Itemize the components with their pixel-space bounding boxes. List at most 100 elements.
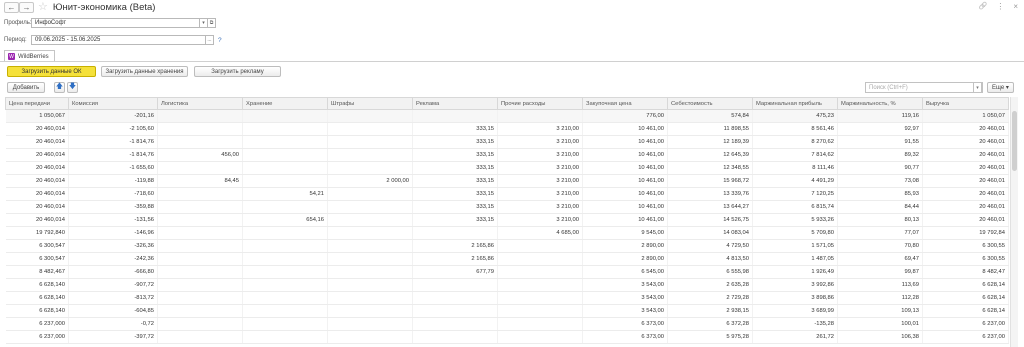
table-cell[interactable] xyxy=(412,330,498,344)
table-cell[interactable]: 2 890,00 xyxy=(582,252,668,266)
table-cell[interactable]: 12 348,55 xyxy=(667,161,753,175)
table-cell[interactable] xyxy=(157,187,243,201)
column-header[interactable]: Маржинальная прибыль xyxy=(752,97,838,110)
load-ok-button[interactable]: Загрузить данные ОК xyxy=(7,66,96,77)
table-row[interactable]: 20 460,014 -2 105,60 333,15 3 210,00 10 461,… xyxy=(5,122,1009,136)
table-row[interactable]: 6 628,140 -813,72 3 543,00 2 729,28 3 898,86… xyxy=(5,291,1009,305)
table-cell[interactable]: 119,16 xyxy=(837,109,923,123)
table-cell[interactable] xyxy=(327,200,413,214)
table-cell[interactable] xyxy=(497,330,583,344)
table-cell[interactable]: 6 300,547 xyxy=(5,252,69,266)
table-cell[interactable] xyxy=(327,304,413,318)
table-cell[interactable] xyxy=(327,252,413,266)
table-cell[interactable]: 20 460,01 xyxy=(922,200,1009,214)
table-cell[interactable]: 113,69 xyxy=(837,278,923,292)
period-field[interactable]: 09.06.2025 - 15.06.2025 xyxy=(31,35,206,45)
table-cell[interactable] xyxy=(157,226,243,240)
table-cell[interactable]: 6 545,00 xyxy=(582,265,668,279)
table-cell[interactable]: 92,97 xyxy=(837,122,923,136)
table-cell[interactable]: 80,13 xyxy=(837,213,923,227)
table-cell[interactable]: 10 461,00 xyxy=(582,161,668,175)
more-button[interactable]: Еще ▾ xyxy=(987,82,1014,93)
table-cell[interactable]: 69,47 xyxy=(837,252,923,266)
table-cell[interactable]: 6 237,000 xyxy=(5,317,69,331)
table-cell[interactable]: -1 655,60 xyxy=(68,161,158,175)
table-cell[interactable] xyxy=(327,278,413,292)
table-cell[interactable]: 20 460,014 xyxy=(5,122,69,136)
column-header[interactable]: Реклама xyxy=(412,97,498,110)
help-icon[interactable]: ? xyxy=(218,37,222,44)
table-cell[interactable]: 10 461,00 xyxy=(582,213,668,227)
table-cell[interactable]: -242,36 xyxy=(68,252,158,266)
table-cell[interactable]: -604,85 xyxy=(68,304,158,318)
table-cell[interactable]: 5 975,28 xyxy=(667,330,753,344)
more-menu-icon[interactable]: ⋮ xyxy=(996,2,1004,11)
table-cell[interactable] xyxy=(242,252,328,266)
table-cell[interactable] xyxy=(497,239,583,253)
table-cell[interactable]: 13 339,76 xyxy=(667,187,753,201)
table-cell[interactable]: 4 685,00 xyxy=(497,226,583,240)
table-cell[interactable] xyxy=(242,317,328,331)
load-ads-button[interactable]: Загрузить рекламу xyxy=(194,66,281,77)
table-cell[interactable]: -666,80 xyxy=(68,265,158,279)
table-cell[interactable]: 456,00 xyxy=(157,148,243,162)
table-cell[interactable]: 14 083,04 xyxy=(667,226,753,240)
table-cell[interactable]: 20 460,014 xyxy=(5,174,69,188)
table-cell[interactable] xyxy=(157,200,243,214)
table-cell[interactable] xyxy=(497,304,583,318)
load-storage-button[interactable]: Загрузить данные хранения xyxy=(101,66,188,77)
table-cell[interactable]: 5 933,26 xyxy=(752,213,838,227)
table-cell[interactable] xyxy=(327,213,413,227)
profile-open-button[interactable]: ⧉ xyxy=(208,18,216,28)
table-cell[interactable]: -2 105,60 xyxy=(68,122,158,136)
table-cell[interactable]: 19 792,84 xyxy=(922,226,1009,240)
table-cell[interactable] xyxy=(327,239,413,253)
table-cell[interactable] xyxy=(242,148,328,162)
table-cell[interactable] xyxy=(497,278,583,292)
table-cell[interactable] xyxy=(242,330,328,344)
table-cell[interactable]: 13 644,27 xyxy=(667,200,753,214)
table-row[interactable]: 6 628,140 -907,72 3 543,00 2 635,28 3 992,86… xyxy=(5,278,1009,292)
table-cell[interactable]: 100,01 xyxy=(837,317,923,331)
move-down-button[interactable]: 🡇 xyxy=(67,82,78,93)
table-row[interactable]: 20 460,014 -131,56 654,16 333,15 3 210,00 10 … xyxy=(5,213,1009,227)
table-cell[interactable]: 20 460,014 xyxy=(5,200,69,214)
table-cell[interactable]: 6 628,14 xyxy=(922,291,1009,305)
table-cell[interactable]: -359,88 xyxy=(68,200,158,214)
table-cell[interactable] xyxy=(157,135,243,149)
table-cell[interactable]: -201,16 xyxy=(68,109,158,123)
table-cell[interactable]: 574,84 xyxy=(667,109,753,123)
table-cell[interactable] xyxy=(412,109,498,123)
table-cell[interactable]: -0,72 xyxy=(68,317,158,331)
table-cell[interactable]: 3 210,00 xyxy=(497,161,583,175)
table-cell[interactable]: 6 628,14 xyxy=(922,304,1009,318)
table-cell[interactable]: 1 050,07 xyxy=(922,109,1009,123)
move-up-button[interactable]: 🡅 xyxy=(54,82,65,93)
table-cell[interactable]: 8 482,467 xyxy=(5,265,69,279)
table-cell[interactable] xyxy=(242,278,328,292)
table-cell[interactable]: 3 210,00 xyxy=(497,200,583,214)
table-cell[interactable]: -326,36 xyxy=(68,239,158,253)
add-button[interactable]: Добавить xyxy=(7,82,45,93)
table-cell[interactable] xyxy=(242,174,328,188)
table-cell[interactable]: 6 300,55 xyxy=(922,252,1009,266)
column-header[interactable]: Хранение xyxy=(242,97,328,110)
table-cell[interactable]: 2 635,28 xyxy=(667,278,753,292)
profile-dropdown-button[interactable]: ▾ xyxy=(200,18,208,28)
table-cell[interactable]: 6 237,000 xyxy=(5,330,69,344)
table-cell[interactable]: 261,72 xyxy=(752,330,838,344)
column-header[interactable]: Штрафы xyxy=(327,97,413,110)
table-cell[interactable]: 20 460,01 xyxy=(922,122,1009,136)
table-cell[interactable]: 2 165,86 xyxy=(412,252,498,266)
table-cell[interactable]: 89,32 xyxy=(837,148,923,162)
table-cell[interactable] xyxy=(157,265,243,279)
table-cell[interactable] xyxy=(497,317,583,331)
table-cell[interactable] xyxy=(412,226,498,240)
table-cell[interactable] xyxy=(327,265,413,279)
table-cell[interactable]: 84,44 xyxy=(837,200,923,214)
table-cell[interactable] xyxy=(327,135,413,149)
table-cell[interactable]: 20 460,01 xyxy=(922,187,1009,201)
table-cell[interactable]: -119,88 xyxy=(68,174,158,188)
table-cell[interactable]: 3 689,99 xyxy=(752,304,838,318)
table-cell[interactable]: 3 210,00 xyxy=(497,213,583,227)
